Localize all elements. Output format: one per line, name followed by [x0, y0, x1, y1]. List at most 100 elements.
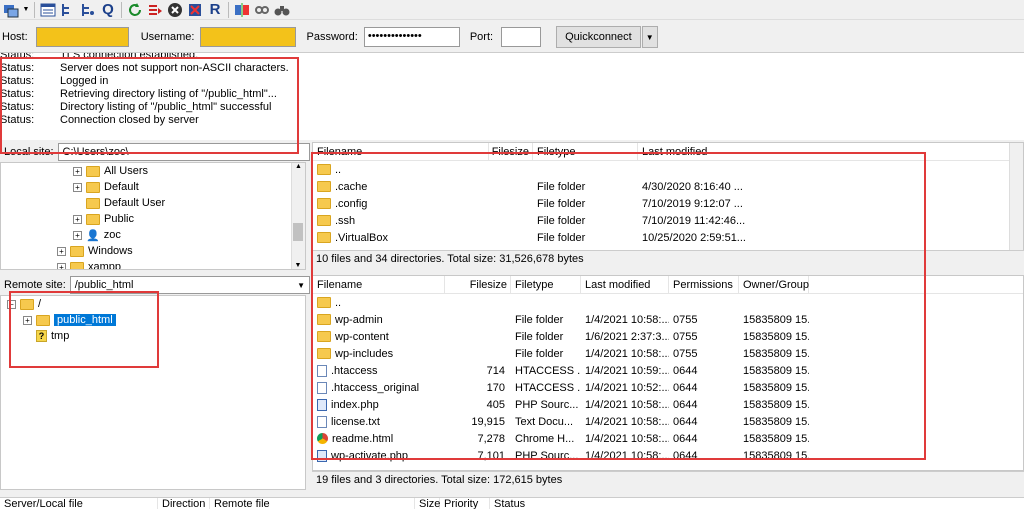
column-filename[interactable]: Filename — [313, 143, 489, 160]
tree-item[interactable]: + All Users — [1, 163, 305, 179]
expand-icon[interactable]: + — [57, 246, 66, 256]
expand-icon[interactable]: + — [23, 315, 32, 325]
local-site-path-input[interactable]: C:\Users\zoc\ — [57, 143, 310, 161]
column-status[interactable]: Status — [490, 498, 610, 509]
list-item[interactable]: wp-activate.php 7,101 PHP Sourc... 1/4/2021… — [313, 447, 1023, 464]
list-item[interactable]: .cache File folder 4/30/2020 8:16:40 ... — [313, 178, 1023, 195]
find-icon[interactable] — [273, 1, 291, 19]
remote-site-path-input[interactable]: /public_html ▼ — [69, 276, 310, 294]
expand-icon[interactable]: + — [57, 262, 66, 269]
chevron-down-icon[interactable]: ▼ — [297, 281, 305, 290]
file-permissions: 0644 — [673, 381, 698, 394]
list-item[interactable]: .. — [313, 294, 1023, 311]
list-item[interactable]: .htaccess 714 HTACCESS ... 1/4/2021 10:59:.… — [313, 362, 1023, 379]
refresh-icon[interactable] — [126, 1, 144, 19]
scroll-up-icon[interactable]: ▲ — [292, 163, 305, 170]
column-filesize[interactable]: Filesize — [445, 276, 511, 293]
list-item[interactable]: .VirtualBox File folder 10/25/2020 2:59:51… — [313, 229, 1023, 246]
column-filetype[interactable]: Filetype — [533, 143, 638, 160]
toggle-remote-tree-icon[interactable] — [79, 1, 97, 19]
tree-item[interactable]: − / — [1, 296, 305, 312]
quickconnect-button[interactable]: Quickconnect — [556, 26, 641, 48]
column-filesize[interactable]: Filesize — [489, 143, 533, 160]
local-tree-scrollbar[interactable]: ▲ ▼ — [291, 163, 305, 269]
column-last-modified[interactable]: Last modified — [638, 143, 738, 160]
list-item[interactable]: wp-admin File folder 1/4/2021 10:58:... 075… — [313, 311, 1023, 328]
log-row: Status: Connection closed by server — [0, 114, 1024, 127]
compare-icon[interactable] — [233, 1, 251, 19]
list-item[interactable]: license.txt 19,915 Text Docu... 1/4/2021 10… — [313, 413, 1023, 430]
folder-icon — [20, 298, 34, 310]
quickconnect-bar: Host: Username: Password: ••••••••••••••… — [0, 24, 1024, 50]
expand-icon[interactable]: + — [73, 230, 82, 240]
dropdown-arrow-icon[interactable]: ▼ — [22, 1, 30, 19]
message-log[interactable]: Status: TLS connection established. Statu… — [0, 52, 1024, 140]
sync-browse-icon[interactable] — [253, 1, 271, 19]
list-item[interactable]: index.php 405 PHP Sourc... 1/4/2021 10:58:.… — [313, 396, 1023, 413]
column-server-local-file[interactable]: Server/Local file — [0, 498, 158, 509]
toggle-queue-icon[interactable]: Q — [99, 1, 117, 19]
expand-icon[interactable]: + — [73, 214, 82, 224]
folder-icon — [86, 181, 100, 193]
disconnect-icon[interactable] — [186, 1, 204, 19]
list-item[interactable]: .ssh File folder 7/10/2019 11:42:46... — [313, 212, 1023, 229]
collapse-icon[interactable]: − — [7, 299, 16, 309]
local-file-list[interactable]: Filename Filesize Filetype Last modified… — [312, 142, 1024, 252]
column-owner-group[interactable]: Owner/Group — [739, 276, 809, 293]
column-size[interactable]: Size — [415, 498, 440, 509]
tree-item[interactable]: ? tmp — [1, 328, 305, 344]
site-manager-icon[interactable] — [2, 1, 20, 19]
process-queue-icon[interactable] — [146, 1, 164, 19]
log-message: Logged in — [60, 75, 109, 87]
remote-file-list[interactable]: Filename Filesize Filetype Last modified… — [312, 275, 1024, 471]
list-item[interactable]: readme.html 7,278 Chrome H... 1/4/2021 10:5… — [313, 430, 1023, 447]
local-site-path: C:\Users\zoc\ — [62, 146, 129, 158]
file-permissions: 0644 — [673, 432, 698, 445]
file-modified: 1/4/2021 10:58:... — [585, 415, 669, 428]
file-size: 7,278 — [477, 432, 505, 445]
cancel-icon[interactable] — [166, 1, 184, 19]
file-name: wp-includes — [335, 347, 394, 360]
username-input[interactable] — [200, 27, 297, 47]
toggle-local-tree-icon[interactable] — [59, 1, 77, 19]
column-last-modified[interactable]: Last modified — [581, 276, 669, 293]
file-permissions: 0644 — [673, 398, 698, 411]
list-item[interactable]: .htaccess_original 170 HTACCESS ... 1/4/202… — [313, 379, 1023, 396]
port-input[interactable] — [501, 27, 542, 47]
tree-item[interactable]: + xampp — [1, 259, 305, 269]
tree-item[interactable]: + Default — [1, 179, 305, 195]
quickconnect-dropdown-button[interactable]: ▼ — [641, 26, 658, 48]
tree-item[interactable]: + public_html — [1, 312, 305, 328]
host-input[interactable] — [35, 27, 129, 47]
folder-icon — [317, 164, 331, 175]
tree-item[interactable]: + Public — [1, 211, 305, 227]
file-owner: 15835809 15... — [743, 381, 809, 394]
list-item[interactable]: wp-content File folder 1/6/2021 2:37:3... 0… — [313, 328, 1023, 345]
column-filename[interactable]: Filename — [313, 276, 445, 293]
column-permissions[interactable]: Permissions — [669, 276, 739, 293]
scroll-down-icon[interactable]: ▼ — [292, 262, 304, 269]
column-filetype[interactable]: Filetype — [511, 276, 581, 293]
local-column-header: Filename Filesize Filetype Last modified — [313, 143, 1023, 161]
toggle-log-icon[interactable] — [39, 1, 57, 19]
expand-icon[interactable]: + — [73, 182, 82, 192]
column-remote-file[interactable]: Remote file — [210, 498, 415, 509]
tree-item[interactable]: + 👤 zoc — [1, 227, 305, 243]
reconnect-icon[interactable]: R — [206, 1, 224, 19]
file-modified: 1/6/2021 2:37:3... — [585, 330, 669, 343]
tree-item[interactable]: Default User — [1, 195, 305, 211]
tree-item[interactable]: + Windows — [1, 243, 305, 259]
list-item[interactable]: wp-includes File folder 1/4/2021 10:58:...… — [313, 345, 1023, 362]
expand-icon[interactable]: + — [73, 166, 82, 176]
column-priority[interactable]: Priority — [440, 498, 490, 509]
file-icon — [317, 364, 327, 377]
column-direction[interactable]: Direction — [158, 498, 210, 509]
password-input[interactable]: •••••••••••••• — [363, 27, 460, 47]
list-item[interactable]: .config File folder 7/10/2019 9:12:07 ... — [313, 195, 1023, 212]
scroll-thumb[interactable] — [293, 223, 303, 241]
list-item[interactable]: .. — [313, 161, 1023, 178]
local-tree[interactable]: + All Users + Default Default User + Public… — [0, 162, 306, 270]
remote-site-bar: Remote site: /public_html ▼ — [0, 275, 310, 295]
remote-tree[interactable]: − / + public_html ? tmp — [0, 295, 306, 490]
local-list-scrollbar[interactable] — [1009, 143, 1023, 251]
